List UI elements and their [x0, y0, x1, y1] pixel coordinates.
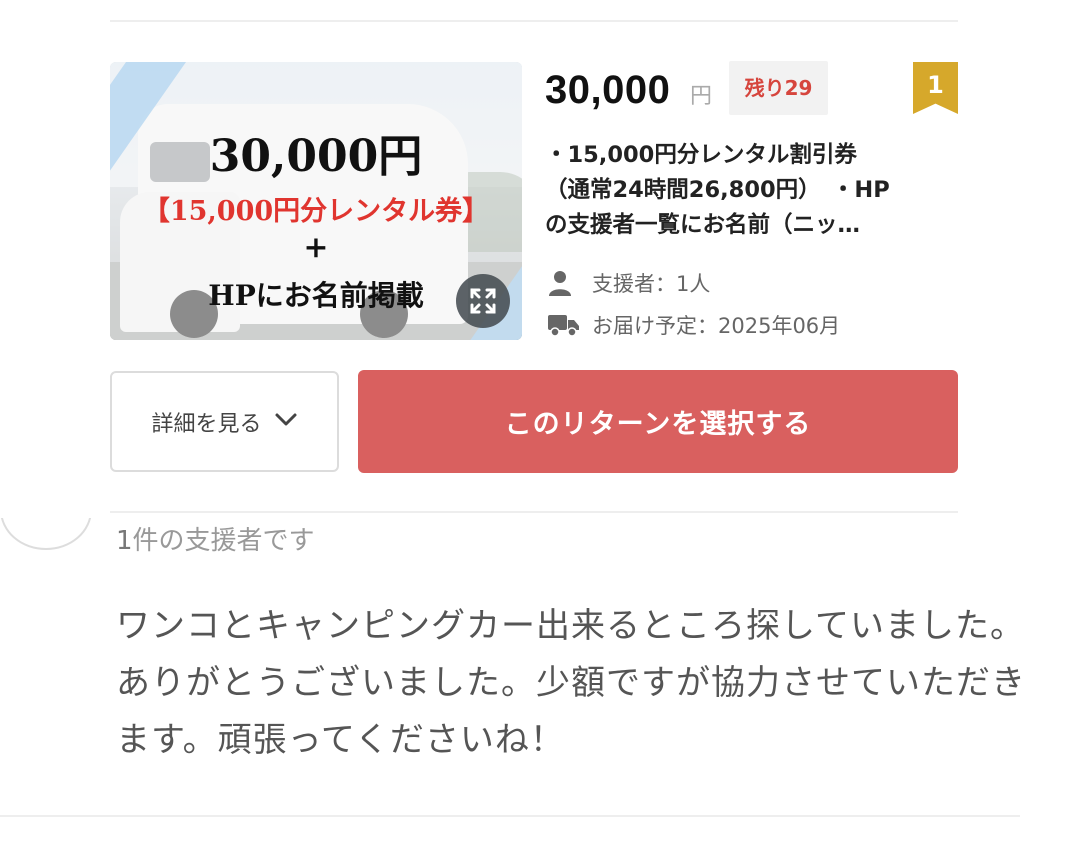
supporter-comment: ワンコとキャンピングカー出来るところ探していました。ありがとうございました。少額…: [116, 606, 1026, 760]
view-details-label: 詳細を見る: [151, 411, 262, 437]
bottom-divider: [0, 815, 1020, 817]
description-line: （通常24時間26,800円） ・HP: [545, 177, 890, 203]
thumb-rental-text: 【15,000円分レンタル券】: [142, 196, 490, 227]
reward-price: 30,000: [545, 68, 671, 112]
supporters-text: 支援者：1人: [592, 272, 711, 296]
delivery-text: お届け予定：2025年06月: [592, 314, 841, 338]
rank-badge: 1: [913, 62, 958, 114]
avatar: [0, 518, 92, 550]
person-icon: [548, 268, 580, 298]
top-divider: [110, 20, 958, 22]
view-details-button[interactable]: 詳細を見る: [110, 371, 339, 472]
thumb-price-text: 30,000円: [209, 131, 423, 182]
supporter-count: 1件の支援者です: [116, 520, 315, 557]
expand-image-button[interactable]: [456, 274, 510, 328]
section-divider: [110, 511, 958, 513]
thumb-plus-text: +: [303, 230, 329, 265]
expand-icon: [470, 288, 496, 314]
truck-icon: [548, 310, 580, 340]
supporter-count-suffix: 件の支援者です: [132, 526, 315, 556]
remaining-badge: 残り29: [729, 61, 828, 115]
reward-thumbnail[interactable]: 30,000円 【15,000円分レンタル券】 + HPにお名前掲載: [110, 62, 522, 340]
select-reward-button[interactable]: このリターンを選択する: [358, 370, 958, 473]
description-line: の支援者一覧にお名前（ニッ…: [545, 212, 861, 238]
supporter-count-number: 1: [116, 526, 133, 556]
currency-label: 円: [690, 84, 713, 109]
description-line: ・15,000円分レンタル割引券: [545, 142, 857, 168]
delivery-row: お届け予定：2025年06月: [548, 310, 840, 340]
chevron-down-icon: [274, 409, 298, 434]
reward-description: ・15,000円分レンタル割引券 （通常24時間26,800円） ・HP の支援…: [545, 138, 955, 243]
supporters-row: 支援者：1人: [548, 268, 710, 298]
